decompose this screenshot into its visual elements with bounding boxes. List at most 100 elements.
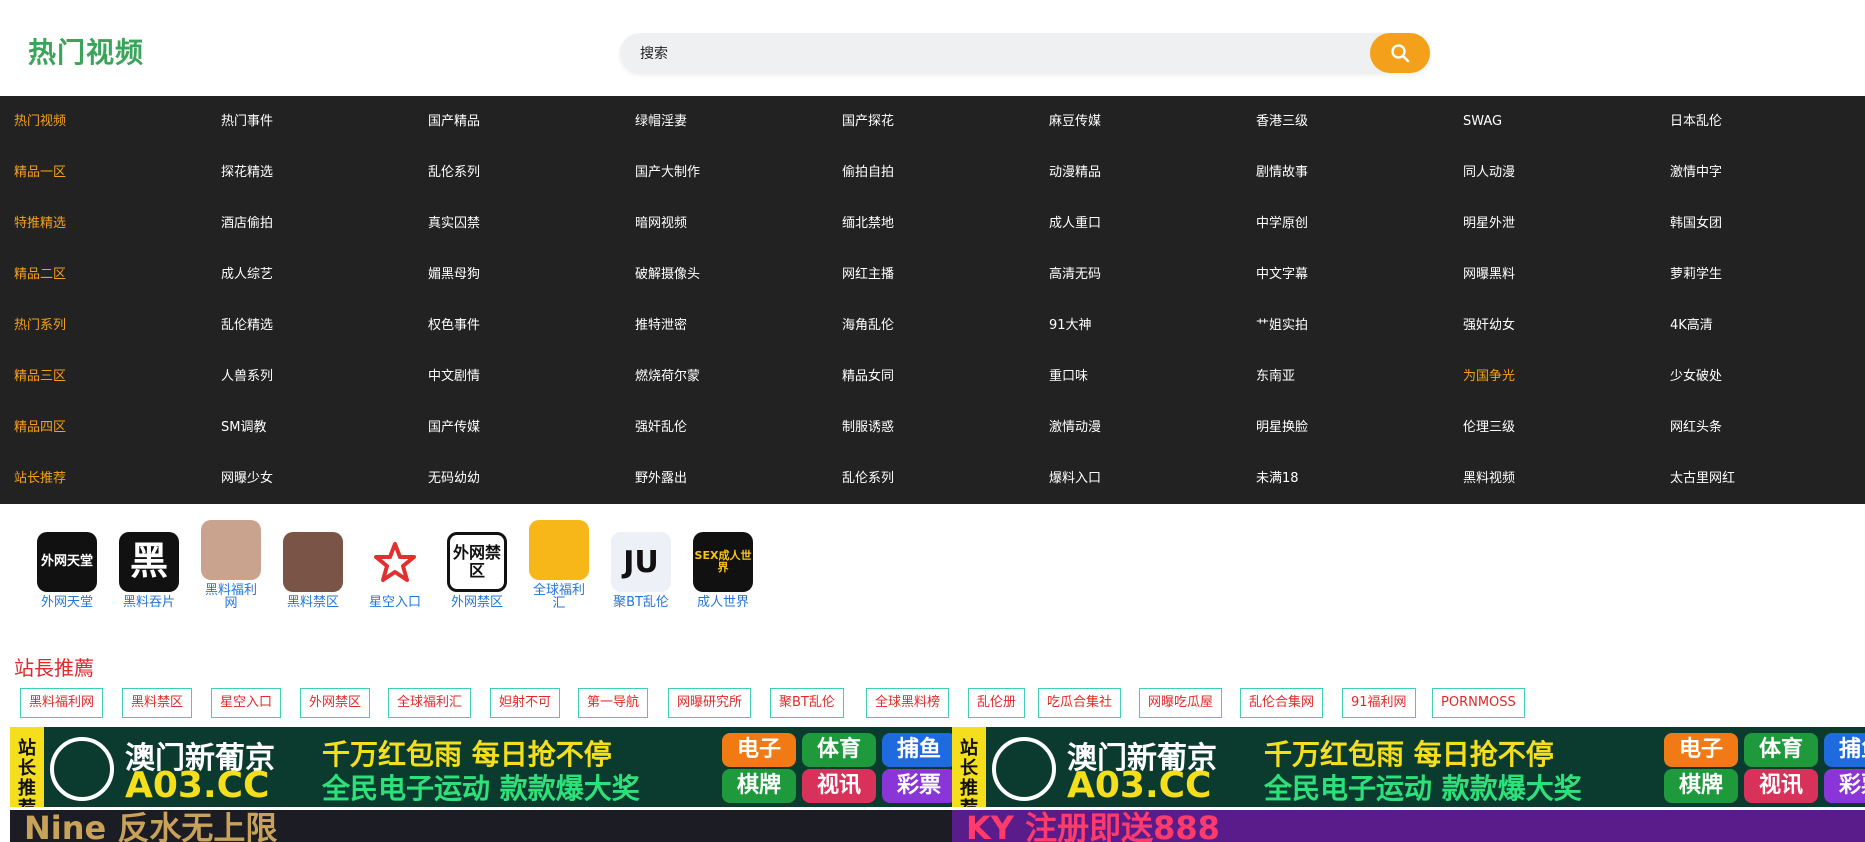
nav-link[interactable]: 东南亚 — [1256, 351, 1295, 402]
nav-link[interactable]: 乱伦精选 — [221, 300, 273, 351]
nav-link[interactable]: 强奸幼女 — [1463, 300, 1515, 351]
nav-link[interactable]: 中文字幕 — [1256, 249, 1308, 300]
nav-link[interactable]: 太古里网红 — [1670, 453, 1735, 504]
nav-link[interactable]: 4K高清 — [1670, 300, 1713, 351]
nav-link[interactable]: 黑料视频 — [1463, 453, 1515, 504]
nav-link[interactable]: 激情动漫 — [1049, 402, 1101, 453]
nav-section-heading[interactable]: 热门视频 — [14, 96, 66, 147]
nav-link[interactable]: 伦理三级 — [1463, 402, 1515, 453]
app-shortcut[interactable]: 外网禁区 外网禁区 — [436, 532, 518, 609]
nav-link[interactable]: 权色事件 — [428, 300, 480, 351]
nav-link[interactable]: 重口味 — [1049, 351, 1088, 402]
nav-link[interactable]: 乱伦系列 — [842, 453, 894, 504]
nav-link[interactable]: 暗网视频 — [635, 198, 687, 249]
nav-link[interactable]: 绿帽淫妻 — [635, 96, 687, 147]
app-shortcut[interactable]: 星空入口 — [354, 532, 436, 609]
recommend-tag[interactable]: 乱伦册 — [968, 688, 1026, 718]
nav-section-heading[interactable]: 精品四区 — [14, 402, 66, 453]
nav-link[interactable]: 野外露出 — [635, 453, 687, 504]
recommend-tag[interactable]: 网曝吃瓜屋 — [1139, 688, 1223, 718]
recommend-tag[interactable]: 网曝研究所 — [668, 688, 752, 718]
recommend-tag[interactable]: 全球黑料榜 — [866, 688, 950, 718]
nav-link[interactable]: 国产大制作 — [635, 147, 700, 198]
recommend-tag[interactable]: 黑料禁区 — [122, 688, 193, 718]
nav-link[interactable]: 国产精品 — [428, 96, 480, 147]
nav-link[interactable]: 日本乱伦 — [1670, 96, 1722, 147]
nav-section-heading[interactable]: 热门系列 — [14, 300, 66, 351]
nav-link[interactable]: 破解摄像头 — [635, 249, 700, 300]
nav-link[interactable]: 明星换脸 — [1256, 402, 1308, 453]
nav-link[interactable]: 中学原创 — [1256, 198, 1308, 249]
nav-link[interactable]: 海角乱伦 — [842, 300, 894, 351]
app-shortcut[interactable]: 黑料禁区 — [272, 532, 354, 609]
nav-link[interactable]: 网红主播 — [842, 249, 894, 300]
nav-link[interactable]: 媚黑母狗 — [428, 249, 480, 300]
recommend-tag[interactable]: 乱伦合集网 — [1240, 688, 1324, 718]
nav-link[interactable]: 成人综艺 — [221, 249, 273, 300]
nav-link[interactable]: 同人动漫 — [1463, 147, 1515, 198]
nav-link[interactable]: 真实囚禁 — [428, 198, 480, 249]
search-input[interactable] — [638, 33, 1342, 75]
ad-banner-nine[interactable]: Nine 反水无上限 — [10, 810, 952, 842]
recommend-tag[interactable]: 91福利网 — [1342, 688, 1416, 718]
nav-link[interactable]: 精品女同 — [842, 351, 894, 402]
recommend-tag[interactable]: 第一导航 — [578, 688, 649, 718]
recommend-tag[interactable]: 吃瓜合集社 — [1038, 688, 1122, 718]
app-shortcut[interactable]: JU 聚BT乱伦 — [600, 532, 682, 609]
nav-link[interactable]: 国产探花 — [842, 96, 894, 147]
recommend-tag[interactable]: 聚BT乱伦 — [770, 688, 844, 718]
nav-link[interactable]: 为国争光 — [1463, 351, 1515, 402]
nav-link[interactable]: 明星外泄 — [1463, 198, 1515, 249]
nav-link[interactable]: 人兽系列 — [221, 351, 273, 402]
search-button[interactable] — [1370, 33, 1430, 73]
casino-banner-right[interactable]: 站长推荐 澳门新葡京 A03.CC 千万红包雨 每日抢不停 全民电子运动 款款爆… — [952, 727, 1865, 807]
nav-link[interactable]: 网曝黑料 — [1463, 249, 1515, 300]
recommend-tag[interactable]: 黑料福利网 — [20, 688, 104, 718]
app-shortcut[interactable]: 外网天堂 外网天堂 — [26, 532, 108, 609]
app-shortcut[interactable]: SEX成人世界 成人世界 — [682, 532, 764, 609]
app-shortcut[interactable]: 全球福利汇 — [518, 520, 600, 610]
nav-link[interactable]: 萝莉学生 — [1670, 249, 1722, 300]
nav-link[interactable]: 香港三级 — [1256, 96, 1308, 147]
nav-link[interactable]: 燃烧荷尔蒙 — [635, 351, 700, 402]
app-shortcut[interactable]: 黑料福利网 — [190, 520, 272, 610]
nav-link[interactable]: 激情中字 — [1670, 147, 1722, 198]
nav-link[interactable]: SM调教 — [221, 402, 266, 453]
nav-link[interactable]: 制服诱惑 — [842, 402, 894, 453]
nav-link[interactable]: 少女破处 — [1670, 351, 1722, 402]
nav-link[interactable]: 爆料入口 — [1049, 453, 1101, 504]
app-shortcut[interactable]: 黑黑料吞片 — [108, 532, 190, 609]
nav-link[interactable]: 中文剧情 — [428, 351, 480, 402]
nav-section-heading[interactable]: 精品二区 — [14, 249, 66, 300]
nav-link[interactable]: 网红头条 — [1670, 402, 1722, 453]
nav-section-heading[interactable]: 精品一区 — [14, 147, 66, 198]
nav-link[interactable]: 乱伦系列 — [428, 147, 480, 198]
nav-link[interactable]: 网曝少女 — [221, 453, 273, 504]
nav-link[interactable]: 酒店偷拍 — [221, 198, 273, 249]
recommend-tag[interactable]: 全球福利汇 — [388, 688, 472, 718]
nav-link[interactable]: 麻豆传媒 — [1049, 96, 1101, 147]
nav-link[interactable]: 缅北禁地 — [842, 198, 894, 249]
ad-banner-ky[interactable]: KY 注册即送888 — [952, 810, 1865, 842]
nav-link[interactable]: 成人重口 — [1049, 198, 1101, 249]
nav-link[interactable]: 国产传媒 — [428, 402, 480, 453]
nav-link[interactable]: SWAG — [1463, 96, 1502, 147]
recommend-tag[interactable]: 外网禁区 — [300, 688, 371, 718]
recommend-tag[interactable]: 星空入口 — [211, 688, 282, 718]
nav-link[interactable]: 强奸乱伦 — [635, 402, 687, 453]
nav-section-heading[interactable]: 站长推荐 — [14, 453, 66, 504]
nav-link[interactable]: 高清无码 — [1049, 249, 1101, 300]
recommend-tag[interactable]: PORNMOSS — [1432, 688, 1525, 718]
nav-section-heading[interactable]: 特推精选 — [14, 198, 66, 249]
nav-link[interactable]: 无码幼幼 — [428, 453, 480, 504]
nav-link[interactable]: 推特泄密 — [635, 300, 687, 351]
nav-link[interactable]: 未满18 — [1256, 453, 1299, 504]
recommend-tag[interactable]: 妲射不可 — [490, 688, 561, 718]
nav-link[interactable]: 热门事件 — [221, 96, 273, 147]
nav-link[interactable]: 偷拍自拍 — [842, 147, 894, 198]
nav-link[interactable]: 剧情故事 — [1256, 147, 1308, 198]
casino-banner-left[interactable]: 站长推荐 澳门新葡京 A03.CC 千万红包雨 每日抢不停 全民电子运动 款款爆… — [10, 727, 952, 807]
nav-link[interactable]: 91大神 — [1049, 300, 1092, 351]
nav-section-heading[interactable]: 精品三区 — [14, 351, 66, 402]
site-logo[interactable]: 热门视频 — [28, 36, 144, 70]
